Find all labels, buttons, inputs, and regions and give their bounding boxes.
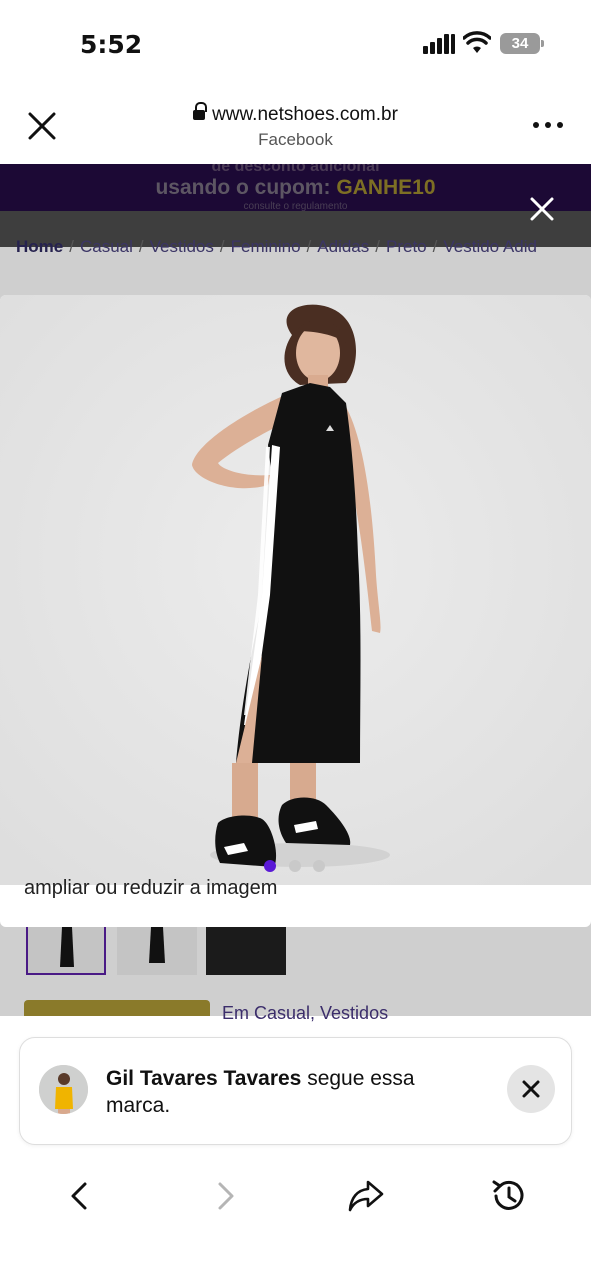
breadcrumb-item[interactable]: Preto [386, 237, 427, 256]
banner-line1: de desconto adicional [211, 164, 380, 175]
image-zoom-modal: ampliar ou reduzir a imagem [0, 295, 591, 927]
thumbnail-3[interactable] [206, 927, 286, 975]
breadcrumb: Home / Casual / Vestidos / Feminino / Adidas / Pre… [16, 237, 537, 256]
promo-banner: de desconto adicional usando o cupom: GA… [0, 164, 591, 212]
address-area[interactable]: www.netshoes.com.br Facebook [150, 102, 441, 150]
breadcrumb-home[interactable]: Home [16, 237, 63, 256]
breadcrumb-item[interactable]: Vestidos [150, 237, 214, 256]
category-text[interactable]: Em Casual, Vestidos [222, 1003, 388, 1024]
product-image[interactable] [0, 295, 591, 885]
status-bar: 5:52 34 [0, 0, 591, 90]
breadcrumb-item[interactable]: Feminino [231, 237, 301, 256]
product-tag [24, 1000, 210, 1016]
thumbnail-2[interactable] [117, 927, 197, 975]
history-icon[interactable] [489, 1176, 529, 1216]
wifi-icon [463, 31, 491, 53]
cellular-signal-icon [423, 34, 455, 54]
model-dress-illustration [0, 295, 591, 885]
close-icon [522, 1080, 540, 1098]
more-options-icon[interactable] [533, 122, 563, 130]
avatar [39, 1065, 88, 1114]
close-browser-icon[interactable] [26, 110, 58, 142]
browser-toolbar [0, 1160, 591, 1240]
dismiss-notification-button[interactable] [507, 1065, 555, 1113]
carousel-dot-2[interactable] [289, 860, 301, 872]
share-icon[interactable] [346, 1176, 386, 1216]
breadcrumb-item[interactable]: Casual [80, 237, 133, 256]
carousel-dot-3[interactable] [313, 860, 325, 872]
carousel-dots [264, 860, 334, 874]
lock-icon [193, 102, 208, 121]
source-label: Facebook [258, 130, 333, 149]
battery-icon: 34 [500, 33, 544, 54]
clock: 5:52 [80, 30, 143, 59]
back-icon[interactable] [60, 1176, 100, 1216]
banner-line2: usando o cupom: GANHE10 [155, 176, 436, 199]
follow-notification[interactable]: Gil Tavares Tavares segue essa marca. [19, 1037, 572, 1145]
thumbnail-1[interactable] [26, 927, 106, 975]
thumbnail-row: Em Casual, Vestidos [0, 927, 591, 1023]
notification-text: Gil Tavares Tavares segue essa marca. [106, 1067, 415, 1117]
carousel-dot-1[interactable] [264, 860, 276, 872]
breadcrumb-item[interactable]: Adidas [317, 237, 369, 256]
forward-icon[interactable] [205, 1176, 245, 1216]
follower-name: Gil Tavares Tavares [106, 1067, 302, 1090]
zoom-hint-text: ampliar ou reduzir a imagem [24, 877, 278, 899]
in-app-browser-header: www.netshoes.com.br Facebook [0, 90, 591, 164]
close-zoom-icon[interactable] [527, 194, 557, 224]
coupon-code: GANHE10 [336, 176, 436, 199]
breadcrumb-item[interactable]: Vestido Adid [443, 237, 537, 256]
url-text: www.netshoes.com.br [150, 102, 441, 126]
